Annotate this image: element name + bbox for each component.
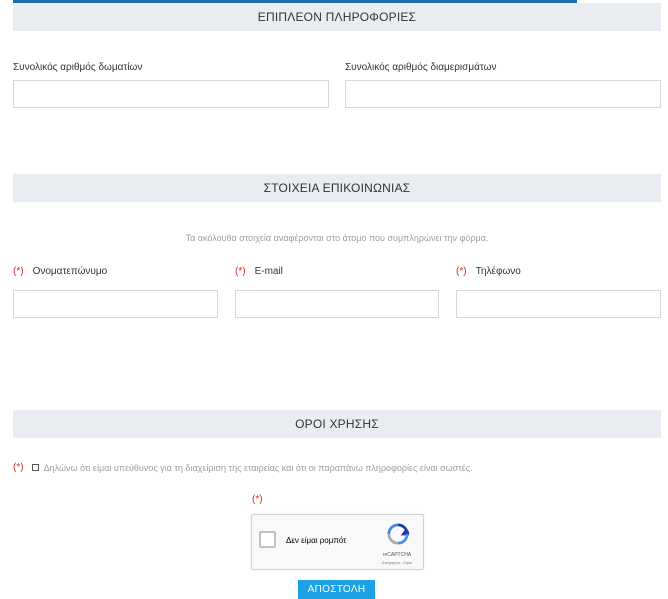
required-marker: (*) — [456, 266, 467, 277]
total-rooms-label: Συνολικός αριθμός δωματίων — [13, 62, 143, 73]
required-marker: (*) — [235, 266, 246, 277]
required-marker: (*) — [13, 266, 24, 277]
full-name-input[interactable] — [13, 290, 218, 318]
phone-label: (*) Τηλέφωνο — [456, 266, 521, 277]
full-name-label-text: Ονοματεπώνυμο — [32, 266, 108, 277]
recaptcha-privacy-terms-link[interactable]: Απόρρητο - Όροι — [377, 560, 417, 565]
total-apartments-input[interactable] — [345, 80, 661, 108]
email-input[interactable] — [235, 290, 439, 318]
contact-note: Τα ακόλουθα στοιχεία αναφέρονται στο άτο… — [185, 233, 489, 243]
required-marker: (*) — [13, 462, 24, 473]
section-header-terms: ΟΡΟΙ ΧΡΗΣΗΣ — [13, 410, 661, 438]
captcha-required-marker: (*) — [252, 494, 263, 505]
section-title: ΟΡΟΙ ΧΡΗΣΗΣ — [295, 417, 379, 431]
recaptcha-logo-icon — [387, 523, 409, 545]
submit-button[interactable]: ΑΠΟΣΤΟΛΗ — [298, 580, 375, 599]
phone-label-text: Τηλέφωνο — [475, 266, 521, 277]
total-apartments-label: Συνολικός αριθμός διαμερισμάτων — [345, 62, 497, 73]
section-title: ΕΠΙΠΛΕΟΝ ΠΛΗΡΟΦΟΡΙΕΣ — [257, 10, 417, 24]
recaptcha-checkbox[interactable] — [259, 531, 276, 548]
recaptcha-label: Δεν είμαι ρομπότ — [286, 536, 347, 545]
terms-checkbox[interactable] — [31, 464, 39, 471]
phone-input[interactable] — [456, 290, 661, 318]
section-title: ΣΤΟΙΧΕΙΑ ΕΠΙΚΟΙΝΩΝΙΑΣ — [263, 181, 411, 195]
terms-row: (*) Δηλώνω ότι είμαι υπεύθυνος για τη δι… — [13, 462, 473, 473]
section-header-contact: ΣΤΟΙΧΕΙΑ ΕΠΙΚΟΙΝΩΝΙΑΣ — [13, 174, 661, 202]
total-rooms-input[interactable] — [13, 80, 329, 108]
email-label: (*) E-mail — [235, 266, 283, 277]
terms-checkbox-label[interactable]: Δηλώνω ότι είμαι υπεύθυνος για τη διαχεί… — [44, 463, 473, 473]
recaptcha-widget: Δεν είμαι ρομπότ reCAPTCHA Απόρρητο - Όρ… — [251, 514, 424, 570]
email-label-text: E-mail — [254, 266, 283, 277]
section-header-extra-info: ΕΠΙΠΛΕΟΝ ΠΛΗΡΟΦΟΡΙΕΣ — [13, 3, 661, 31]
full-name-label: (*) Ονοματεπώνυμο — [13, 266, 107, 277]
recaptcha-brand: reCAPTCHA — [382, 552, 412, 558]
